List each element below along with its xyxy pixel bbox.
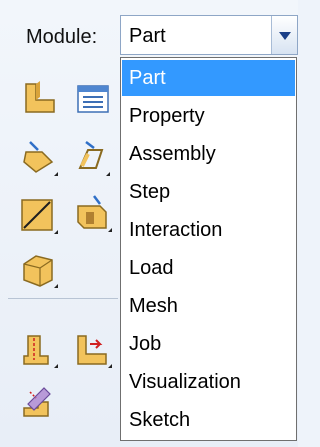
partition-icon[interactable] bbox=[72, 330, 112, 370]
dropdown-item-visualization[interactable]: Visualization bbox=[122, 364, 295, 400]
dropdown-item-job[interactable]: Job bbox=[122, 326, 295, 362]
dropdown-item-sketch[interactable]: Sketch bbox=[122, 402, 295, 438]
module-label: Module: bbox=[26, 26, 98, 48]
module-combobox[interactable]: Part bbox=[120, 15, 298, 55]
cut-line-icon[interactable] bbox=[18, 196, 58, 236]
dropdown-item-assembly[interactable]: Assembly bbox=[122, 136, 295, 172]
dropdown-item-part[interactable]: Part bbox=[122, 60, 295, 96]
cut-extrude-icon[interactable] bbox=[72, 194, 112, 234]
solid-block-icon[interactable] bbox=[18, 250, 58, 290]
dropdown-item-property[interactable]: Property bbox=[122, 98, 295, 134]
dropdown-item-step[interactable]: Step bbox=[122, 174, 295, 210]
dropdown-item-load[interactable]: Load bbox=[122, 250, 295, 286]
edit-feature-icon[interactable] bbox=[18, 382, 58, 422]
dropdown-item-mesh[interactable]: Mesh bbox=[122, 288, 295, 324]
chevron-down-icon bbox=[279, 32, 291, 40]
part-manager-icon[interactable] bbox=[74, 80, 114, 120]
module-dropdown-list: Part Property Assembly Step Interaction … bbox=[120, 57, 297, 441]
module-combobox-value: Part bbox=[129, 25, 166, 47]
toolbox-separator bbox=[8, 298, 118, 299]
create-part-icon[interactable] bbox=[20, 78, 60, 118]
section-icon[interactable] bbox=[18, 330, 58, 370]
extrude-shell-icon[interactable] bbox=[70, 138, 110, 178]
combobox-dropdown-button[interactable] bbox=[271, 16, 297, 54]
extrude-solid-icon[interactable] bbox=[18, 138, 58, 178]
dropdown-item-interaction[interactable]: Interaction bbox=[122, 212, 295, 248]
